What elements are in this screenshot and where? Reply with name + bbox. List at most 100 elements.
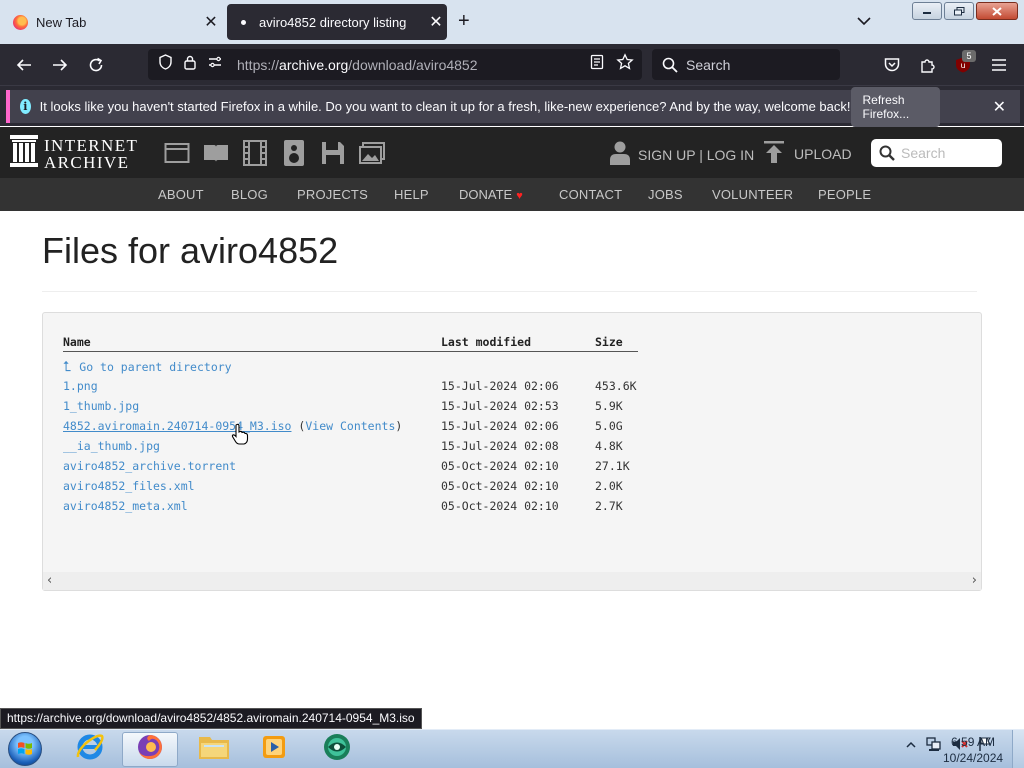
extension-badge: 5	[962, 50, 976, 62]
search-placeholder: Search	[686, 56, 731, 73]
show-desktop-button[interactable]	[1012, 730, 1024, 768]
browser-search-field[interactable]: Search	[652, 49, 840, 80]
url-text[interactable]: https://archive.org/download/aviro4852	[237, 57, 590, 73]
windows-taskbar: 6:59 AM 10/24/2024	[0, 729, 1024, 768]
scroll-right-icon[interactable]: ›	[972, 573, 977, 588]
web-icon[interactable]	[163, 139, 190, 166]
scroll-left-icon[interactable]: ‹	[47, 573, 52, 588]
back-icon[interactable]	[11, 52, 37, 78]
horizontal-scrollbar[interactable]: ‹ ›	[43, 572, 981, 590]
ia-logo[interactable]: INTERNET ARCHIVE	[10, 135, 138, 172]
file-link[interactable]: 1_thumb.jpg	[63, 399, 139, 413]
tab-close-button[interactable]: ✕	[200, 12, 222, 32]
close-window-button[interactable]	[976, 2, 1018, 20]
new-tab-button[interactable]: +	[458, 10, 470, 33]
hamburger-menu-icon[interactable]	[986, 52, 1012, 78]
taskbar-media-player[interactable]	[246, 732, 302, 767]
taskbar-internet-explorer[interactable]	[62, 732, 118, 767]
nav-blog[interactable]: BLOG	[231, 187, 268, 202]
taskbar-app[interactable]	[309, 732, 365, 767]
reload-icon[interactable]	[83, 52, 109, 78]
lock-icon[interactable]	[183, 54, 197, 75]
account-label: SIGN UP | LOG IN	[638, 146, 755, 163]
directory-listing: Name Last modified Size ⮤ Go to parent di…	[42, 312, 982, 591]
nav-people[interactable]: PEOPLE	[818, 187, 871, 202]
ia-search-input[interactable]	[901, 145, 996, 161]
nav-contact[interactable]: CONTACT	[559, 187, 622, 202]
reader-view-icon[interactable]	[590, 54, 604, 75]
clock-date: 10/24/2024	[943, 751, 1004, 765]
table-row: aviro4852_files.xml 05-Oct-2024 02:10 2.…	[43, 479, 943, 497]
texts-icon[interactable]	[202, 139, 229, 166]
windows-logo-icon	[8, 732, 42, 766]
nav-about[interactable]: ABOUT	[158, 187, 204, 202]
ia-search-box[interactable]	[871, 139, 1002, 167]
bookmark-star-icon[interactable]	[616, 53, 634, 76]
file-size: 5.9K	[595, 399, 623, 413]
address-bar[interactable]: https://archive.org/download/aviro4852	[148, 49, 642, 80]
software-icon[interactable]	[319, 139, 346, 166]
refresh-firefox-button[interactable]: Refresh Firefox...	[850, 86, 940, 127]
file-link[interactable]: 4852.aviromain.240714-0954_M3.iso	[63, 419, 291, 433]
firefox-icon	[12, 14, 28, 30]
parent-directory-row: ⮤ Go to parent directory	[43, 359, 943, 377]
nav-projects[interactable]: PROJECTS	[297, 187, 368, 202]
minimize-button[interactable]	[912, 2, 942, 20]
file-link[interactable]: 1.png	[63, 379, 98, 393]
file-modified: 05-Oct-2024 02:10	[441, 479, 559, 493]
file-link[interactable]: aviro4852_archive.torrent	[63, 459, 236, 473]
taskbar-clock[interactable]: 6:59 AM 10/24/2024	[943, 734, 1003, 766]
nav-volunteer[interactable]: VOLUNTEER	[712, 187, 793, 202]
logo-line-internet: INTERNET	[44, 135, 139, 155]
table-row: aviro4852_archive.torrent 05-Oct-2024 02…	[43, 459, 943, 477]
taskbar-file-explorer[interactable]	[186, 732, 242, 767]
view-contents-link[interactable]: View Contents	[305, 419, 395, 433]
file-link[interactable]: aviro4852_meta.xml	[63, 499, 188, 513]
images-icon[interactable]	[358, 139, 385, 166]
search-icon	[662, 57, 678, 73]
divider	[42, 291, 977, 292]
column-header-modified[interactable]: Last modified	[441, 335, 531, 349]
file-modified: 05-Oct-2024 02:10	[441, 459, 559, 473]
table-row: 4852.aviromain.240714-0954_M3.iso (View …	[43, 419, 943, 437]
forward-icon[interactable]	[47, 52, 73, 78]
tab-new-tab[interactable]: New Tab ✕	[4, 4, 222, 40]
permissions-icon[interactable]	[207, 54, 223, 75]
video-icon[interactable]	[241, 139, 268, 166]
audio-icon[interactable]	[280, 139, 307, 166]
tab-directory-listing[interactable]: aviro4852 directory listing ✕	[227, 4, 447, 40]
folder-icon	[198, 733, 230, 766]
upload-link[interactable]: UPLOAD	[764, 141, 852, 166]
tab-title: New Tab	[36, 14, 87, 30]
upload-icon	[764, 141, 784, 166]
shield-icon[interactable]	[158, 54, 173, 75]
show-hidden-icons[interactable]	[906, 740, 916, 752]
pocket-icon[interactable]	[879, 52, 905, 78]
nav-help[interactable]: HELP	[394, 187, 429, 202]
parent-directory-link[interactable]: Go to parent directory	[79, 360, 231, 374]
start-button[interactable]	[3, 731, 47, 767]
nav-donate[interactable]: DONATE ♥	[459, 187, 523, 202]
status-url-tooltip: https://archive.org/download/aviro4852/4…	[0, 708, 422, 729]
app-globe-icon	[322, 732, 352, 767]
search-icon	[879, 145, 895, 161]
file-link[interactable]: aviro4852_files.xml	[63, 479, 195, 493]
restore-button[interactable]	[944, 2, 974, 20]
internet-explorer-icon	[75, 732, 105, 767]
file-modified: 05-Oct-2024 02:10	[441, 499, 559, 513]
extensions-icon[interactable]	[915, 52, 941, 78]
column-header-size[interactable]: Size	[595, 335, 623, 349]
file-modified: 15-Jul-2024 02:53	[441, 399, 559, 413]
signup-login-link[interactable]: SIGN UP | LOG IN	[610, 141, 754, 168]
parent-directory-icon[interactable]: ⮤	[63, 359, 71, 375]
tab-close-button[interactable]: ✕	[425, 12, 447, 32]
close-notification-button[interactable]: ✕	[993, 97, 1006, 117]
file-link[interactable]: __ia_thumb.jpg	[63, 439, 160, 453]
tab-strip: New Tab ✕ aviro4852 directory listing ✕ …	[0, 0, 1024, 44]
network-icon[interactable]	[926, 736, 942, 755]
nav-jobs[interactable]: JOBS	[648, 187, 683, 202]
taskbar-firefox[interactable]	[122, 732, 178, 767]
column-header-name[interactable]: Name	[63, 335, 91, 349]
chevron-down-icon[interactable]	[856, 13, 872, 29]
file-size: 5.0G	[595, 419, 623, 433]
